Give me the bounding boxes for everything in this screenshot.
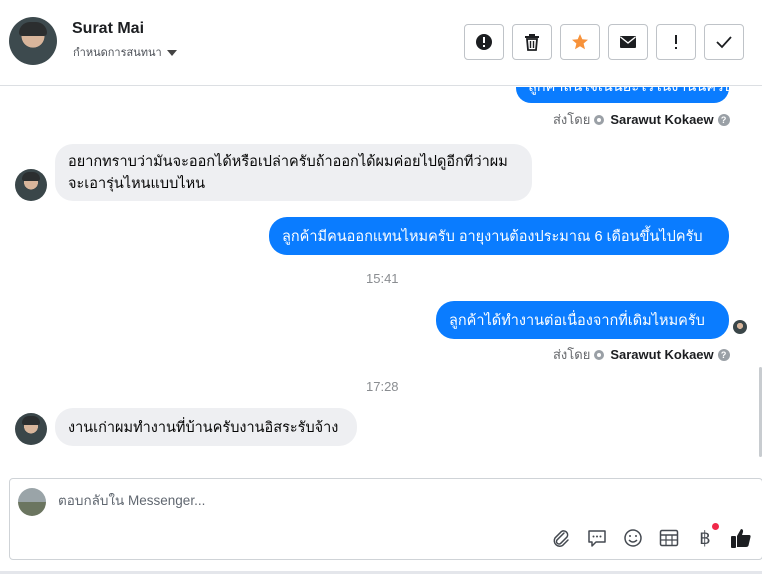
star-button[interactable] bbox=[560, 24, 600, 60]
message-bubble-outgoing[interactable]: ลูกค้ามีคนออกแทนไหมครับ อายุงานต้องประมา… bbox=[269, 217, 729, 255]
conversation-schedule-label: กำหนดการสนทนา bbox=[73, 47, 162, 59]
message-bubble-incoming[interactable]: อยากทราบว่ามันจะออกได้หรือเปล่าครับถ้าออ… bbox=[55, 144, 532, 201]
sender-name: Sarawut Kokaew bbox=[610, 347, 714, 362]
message-thread[interactable]: ลูกค้าสนใจเน้นอะไรในงานนี้ครับ ส่งโดย Sa… bbox=[0, 87, 762, 471]
conversation-schedule-dropdown[interactable]: กำหนดการสนทนา bbox=[73, 43, 177, 61]
page-icon bbox=[594, 114, 605, 125]
payment-button[interactable]: ฿ bbox=[694, 523, 719, 549]
sent-by-line: ส่งโดย Sarawut Kokaew ? bbox=[553, 109, 730, 130]
caret-down-icon bbox=[166, 49, 177, 56]
spam-button[interactable] bbox=[656, 24, 696, 60]
sender-name: Sarawut Kokaew bbox=[610, 112, 714, 127]
saved-replies-button[interactable] bbox=[586, 527, 608, 549]
contact-name[interactable]: Surat Mai bbox=[72, 20, 144, 38]
alert-circle-icon bbox=[476, 34, 492, 50]
timestamp: 17:28 bbox=[366, 379, 399, 394]
reply-composer: ฿ bbox=[9, 478, 762, 560]
message-bubble-outgoing[interactable]: ลูกค้าสนใจเน้นอะไรในงานนี้ครับ bbox=[516, 87, 729, 103]
sent-by-line: ส่งโดย Sarawut Kokaew ? bbox=[553, 344, 730, 365]
attach-button[interactable] bbox=[550, 527, 572, 549]
message-bubble-outgoing[interactable]: ลูกค้าได้ทำงานต่อเนื่องจากที่เดิมไหมครับ bbox=[436, 301, 729, 339]
baht-icon: ฿ bbox=[699, 527, 711, 549]
message-text: อยากทราบว่ามันจะออกได้หรือเปล่าครับถ้าออ… bbox=[68, 154, 508, 192]
appointment-button[interactable] bbox=[658, 527, 680, 549]
message-icon bbox=[588, 530, 606, 547]
contact-avatar-small bbox=[15, 413, 47, 445]
messenger-window: Surat Mai กำหนดการสนทนา ลูกค้าสนใจเน้นอะ… bbox=[0, 0, 762, 574]
alert-button[interactable] bbox=[464, 24, 504, 60]
contact-avatar[interactable] bbox=[9, 17, 57, 65]
message-text: ลูกค้าสนใจเน้นอะไรในงานนี้ครับ bbox=[528, 87, 729, 95]
conversation-header: Surat Mai กำหนดการสนทนา bbox=[0, 0, 762, 86]
envelope-icon bbox=[620, 36, 636, 48]
reply-input[interactable] bbox=[58, 493, 658, 508]
help-icon[interactable]: ? bbox=[717, 113, 730, 126]
like-icon bbox=[731, 529, 751, 548]
composer-tools: ฿ bbox=[550, 523, 752, 549]
emoji-button[interactable] bbox=[622, 527, 644, 549]
seen-avatar bbox=[733, 320, 747, 334]
notification-dot bbox=[712, 523, 719, 530]
message-text: งานเก่าผมทำงานที่บ้านครับงานอิสระรับจ้าง bbox=[68, 420, 339, 436]
message-text: ลูกค้ามีคนออกแทนไหมครับ อายุงานต้องประมา… bbox=[282, 229, 703, 245]
sent-by-label: ส่งโดย bbox=[553, 347, 591, 362]
trash-icon bbox=[525, 34, 539, 51]
timestamp: 15:41 bbox=[366, 271, 399, 286]
table-icon bbox=[659, 529, 679, 547]
exclamation-icon bbox=[675, 35, 677, 49]
help-icon[interactable]: ? bbox=[717, 348, 730, 361]
contact-avatar-small bbox=[15, 169, 47, 201]
header-actions bbox=[464, 24, 744, 60]
message-text: ลูกค้าได้ทำงานต่อเนื่องจากที่เดิมไหมครับ bbox=[449, 313, 705, 329]
paperclip-icon bbox=[553, 530, 569, 547]
sent-by-label: ส่งโดย bbox=[553, 112, 591, 127]
page-avatar bbox=[18, 488, 46, 516]
page-icon bbox=[594, 349, 605, 360]
check-icon bbox=[716, 36, 732, 49]
mark-unread-button[interactable] bbox=[608, 24, 648, 60]
delete-button[interactable] bbox=[512, 24, 552, 60]
star-icon bbox=[572, 34, 588, 50]
message-bubble-incoming[interactable]: งานเก่าผมทำงานที่บ้านครับงานอิสระรับจ้าง bbox=[55, 408, 357, 446]
emoji-icon bbox=[624, 529, 642, 547]
mark-done-button[interactable] bbox=[704, 24, 744, 60]
like-button[interactable] bbox=[730, 527, 752, 549]
